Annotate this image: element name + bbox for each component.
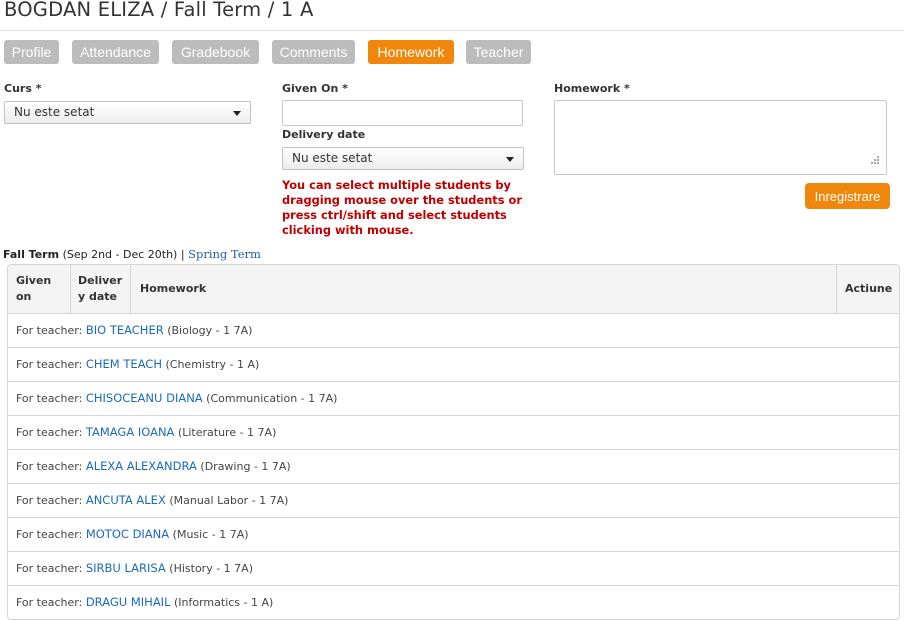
column-header-action[interactable]: Actiune [837,265,899,313]
column-header-given-on[interactable]: Given on [8,265,71,313]
row-prefix: For teacher: [16,392,83,405]
row-prefix: For teacher: [16,494,83,507]
current-term-range: (Sep 2nd - Dec 20th) [62,248,178,261]
column-header-homework[interactable]: Homework [131,265,837,313]
table-row[interactable]: For teacher: TAMAGA IOANA (Literature - … [8,416,899,450]
term-separator: | [180,248,185,261]
curs-label: Curs * [4,82,42,95]
homework-label: Homework * [554,82,630,95]
teacher-link[interactable]: ALEXA ALEXANDRA [86,459,197,473]
teacher-link[interactable]: CHEM TEACH [86,357,162,371]
selection-hint-text: You can select multiple students by drag… [282,178,522,237]
page-title: BOGDAN ELIZA / Fall Term / 1 A [4,0,314,21]
term-selector: Fall Term (Sep 2nd - Dec 20th) | Spring … [3,247,261,261]
table-body: For teacher: BIO TEACHER (Biology - 1 7A… [8,314,899,619]
tab-comments[interactable]: Comments [272,40,355,64]
tab-profile[interactable]: Profile [4,40,59,64]
teacher-link[interactable]: ANCUTA ALEX [86,493,166,507]
course-label: (Communication - 1 7A) [206,392,338,405]
teacher-link[interactable]: DRAGU MIHAIL [86,595,171,609]
table-row[interactable]: For teacher: CHEM TEACH (Chemistry - 1 A… [8,348,899,382]
table-row[interactable]: For teacher: ALEXA ALEXANDRA (Drawing - … [8,450,899,484]
course-label: (Music - 1 7A) [172,528,249,541]
course-label: (Literature - 1 7A) [177,426,277,439]
chevron-down-icon [233,111,241,116]
row-prefix: For teacher: [16,562,83,575]
teacher-link[interactable]: SIRBU LARISA [86,561,166,575]
column-header-delivery-date[interactable]: Deliver y date [71,265,131,313]
delivery-date-label: Delivery date [282,128,366,141]
table-row[interactable]: For teacher: CHISOCEANU DIANA (Communica… [8,382,899,416]
teacher-link[interactable]: CHISOCEANU DIANA [86,391,203,405]
current-term: Fall Term [3,248,60,261]
chevron-down-icon [506,157,514,162]
tab-gradebook[interactable]: Gradebook [172,40,259,64]
row-prefix: For teacher: [16,596,83,609]
delivery-date-select[interactable]: Nu este setat [282,147,524,170]
teacher-link[interactable]: TAMAGA IOANA [86,425,175,439]
tab-homework[interactable]: Homework [368,40,454,64]
course-label: (Drawing - 1 7A) [200,460,291,473]
row-prefix: For teacher: [16,324,83,337]
table-header: Given on Deliver y date Homework Actiune [8,265,899,314]
curs-select[interactable]: Nu este setat [4,101,251,124]
teacher-link[interactable]: MOTOC DIANA [86,527,169,541]
table-row[interactable]: For teacher: MOTOC DIANA (Music - 1 7A) [8,518,899,552]
tab-teacher[interactable]: Teacher [466,40,531,64]
table-row[interactable]: For teacher: ANCUTA ALEX (Manual Labor -… [8,484,899,518]
row-prefix: For teacher: [16,528,83,541]
given-on-label: Given On * [282,82,348,95]
table-row[interactable]: For teacher: BIO TEACHER (Biology - 1 7A… [8,314,899,348]
table-row[interactable]: For teacher: DRAGU MIHAIL (Informatics -… [8,586,899,619]
teacher-link[interactable]: BIO TEACHER [86,323,164,337]
homework-table: Given on Deliver y date Homework Actiune F… [7,264,900,620]
given-on-input[interactable] [282,100,523,126]
resize-grip-icon[interactable] [868,155,880,167]
curs-select-value: Nu este setat [14,105,95,119]
row-prefix: For teacher: [16,426,83,439]
spring-term-link[interactable]: Spring Term [188,247,261,261]
title-divider [0,30,904,31]
row-prefix: For teacher: [16,460,83,473]
row-prefix: For teacher: [16,358,83,371]
save-button[interactable]: Inregistrare [805,183,890,209]
course-label: (Manual Labor - 1 7A) [169,494,289,507]
course-label: (Biology - 1 7A) [167,324,253,337]
course-label: (History - 1 7A) [169,562,253,575]
course-label: (Chemistry - 1 A) [165,358,260,371]
table-row[interactable]: For teacher: SIRBU LARISA (History - 1 7… [8,552,899,586]
course-label: (Informatics - 1 A) [173,596,274,609]
homework-textarea[interactable] [554,100,887,175]
tab-attendance[interactable]: Attendance [72,40,159,64]
delivery-date-select-value: Nu este setat [292,151,373,165]
